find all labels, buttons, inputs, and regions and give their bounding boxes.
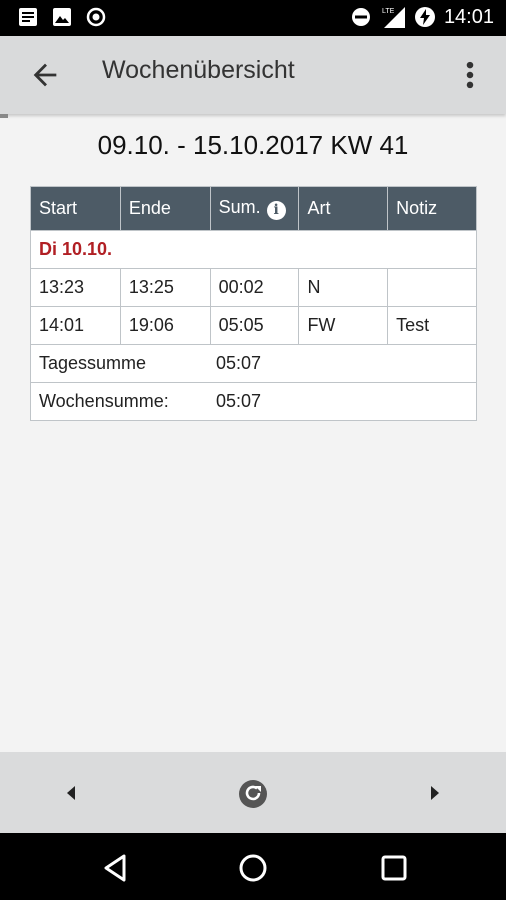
day-row: Di 10.10. <box>30 230 477 269</box>
clock: 14:01 <box>443 5 494 28</box>
table-row[interactable]: 13:23 13:25 00:02 N <box>30 268 477 307</box>
dnd-icon <box>351 8 370 26</box>
cell-start: 14:01 <box>30 306 121 345</box>
week-total-row: Wochensumme: 05:07 <box>30 382 477 421</box>
cell-sum: 00:02 <box>209 268 300 307</box>
column-header-end: Ende <box>119 186 211 231</box>
day-total-row: Tagessumme 05:07 <box>30 344 477 383</box>
column-header-start: Start <box>30 186 121 231</box>
nav-recents-icon[interactable] <box>377 851 411 885</box>
cell-note: Test <box>387 306 477 345</box>
week-total-value: 05:07 <box>216 391 262 411</box>
image-icon <box>53 8 71 26</box>
column-header-type: Art <box>298 186 389 231</box>
lte-signal-icon: LTE <box>382 7 405 28</box>
column-header-sum: Sum. i <box>209 186 300 231</box>
cell-type: FW <box>298 306 389 345</box>
more-vert-icon[interactable] <box>462 58 478 92</box>
table-row[interactable]: 14:01 19:06 05:05 FW Test <box>30 306 477 345</box>
status-bar: LTE 14:01 <box>0 0 506 36</box>
cell-type: N <box>298 268 389 307</box>
cell-end: 19:06 <box>119 306 211 345</box>
notes-icon <box>19 8 37 26</box>
refresh-icon[interactable] <box>238 779 268 809</box>
week-total-cell: Wochensumme: 05:07 <box>30 382 477 421</box>
bottom-toolbar <box>0 752 506 833</box>
radio-icon <box>86 7 106 27</box>
chevron-left-icon[interactable] <box>62 783 80 803</box>
chevron-right-icon[interactable] <box>426 783 444 803</box>
battery-charging-icon <box>414 7 435 27</box>
accent-strip <box>0 114 8 118</box>
nav-home-icon[interactable] <box>236 851 270 885</box>
page-title: Wochenübersicht <box>102 56 295 84</box>
arrow-back-icon[interactable] <box>28 58 62 92</box>
day-total-label: Tagessumme <box>39 353 147 373</box>
day-label: Di 10.10. <box>30 230 477 269</box>
app-bar: Wochenübersicht <box>0 36 506 114</box>
day-total-value: 05:07 <box>216 353 262 373</box>
info-icon[interactable]: i <box>266 201 286 220</box>
column-header-sum-label: Sum. <box>218 197 261 217</box>
column-header-note: Notiz <box>387 186 477 231</box>
week-total-label: Wochensumme: <box>39 391 169 411</box>
day-total-cell: Tagessumme 05:07 <box>30 344 477 383</box>
cell-end: 13:25 <box>119 268 211 307</box>
system-nav-bar <box>0 833 506 900</box>
week-heading: 09.10. - 15.10.2017 KW 41 <box>97 130 409 160</box>
cell-note <box>387 268 477 307</box>
svg-text:LTE: LTE <box>382 8 395 15</box>
week-table: Start Ende Sum. i Art Notiz Di 10.10. 13:… <box>30 186 477 421</box>
cell-start: 13:23 <box>30 268 121 307</box>
nav-back-icon[interactable] <box>98 851 132 885</box>
cell-sum: 05:05 <box>209 306 300 345</box>
table-header-row: Start Ende Sum. i Art Notiz <box>30 186 477 231</box>
